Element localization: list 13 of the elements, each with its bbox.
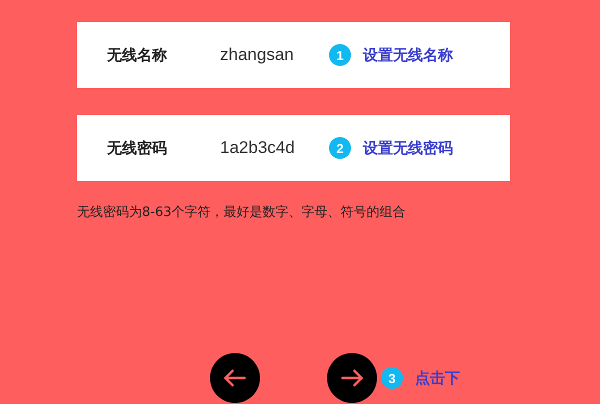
step-hint: 设置无线密码 xyxy=(363,138,453,158)
field-value[interactable]: 1a2b3c4d xyxy=(220,138,329,158)
step-hint: 点击下 xyxy=(415,368,460,388)
next-button[interactable] xyxy=(327,353,377,403)
step-badge: 1 xyxy=(329,44,351,66)
field-label: 无线名称 xyxy=(107,46,168,64)
field-value[interactable]: zhangsan xyxy=(220,45,329,65)
field-label: 无线密码 xyxy=(107,138,168,158)
back-button[interactable] xyxy=(210,353,260,403)
step-hint: 设置无线名称 xyxy=(363,46,453,64)
hint-text: 无线密码为8-63个字符，最好是数字、字母、符号的组合 xyxy=(77,204,407,221)
step-badge: 3 xyxy=(381,367,403,389)
step-badge: 2 xyxy=(329,137,351,159)
